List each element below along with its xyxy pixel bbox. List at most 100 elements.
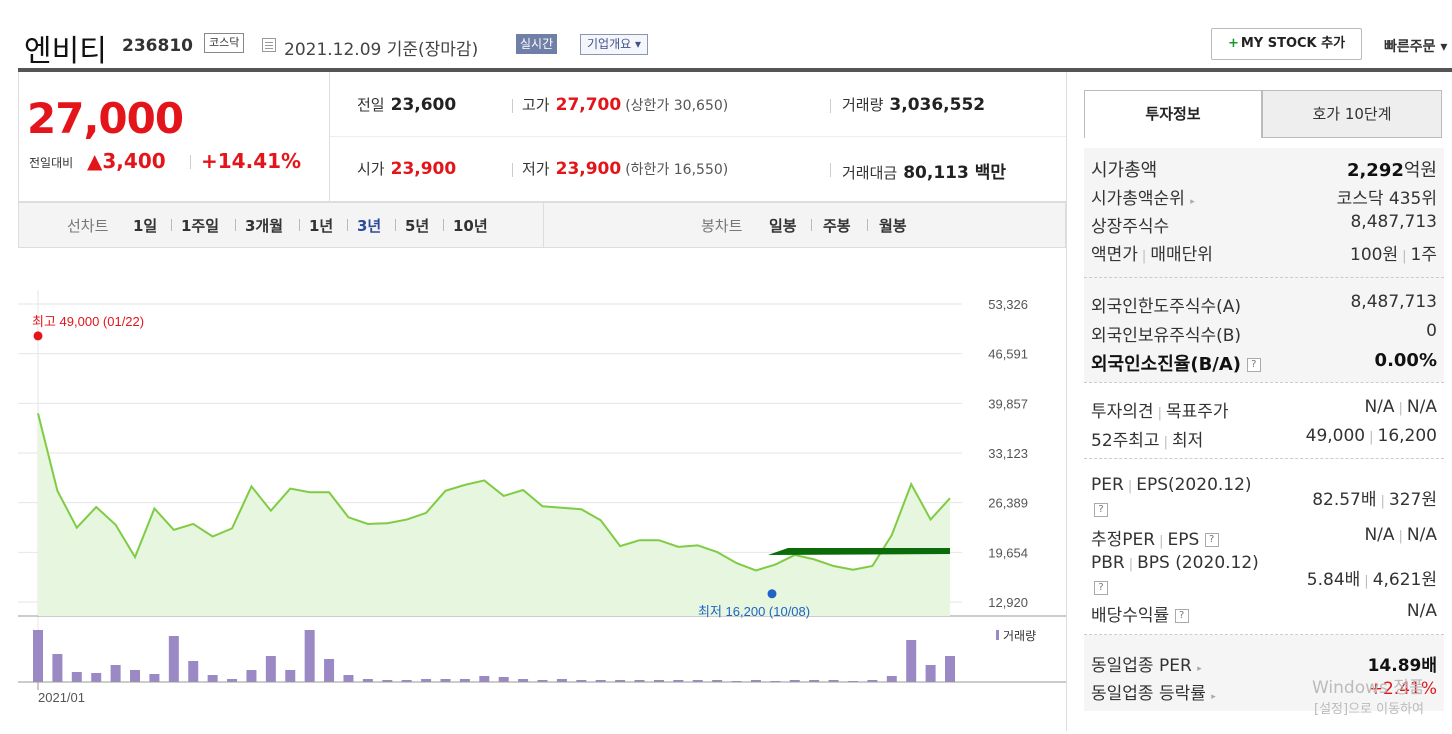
info-value: N/A [1406,397,1437,417]
divider [867,219,868,231]
windows-watermark-sub: [설정]으로 이동하여 [1314,702,1424,717]
chart-tabs: 선차트 1일 1주일 3개월 1년 3년 5년 10년 봉차트 일봉 주봉 월봉 [18,202,1066,248]
divider [512,99,513,113]
info-value: 327원 [1388,490,1437,510]
volume-bar [886,676,897,682]
change-amount: 3,400 [102,149,166,173]
company-overview-button[interactable]: 기업개요 ▾ [580,34,648,55]
windows-watermark: Windows 정품 [1312,678,1425,698]
tab-order-book[interactable]: 호가 10단계 [1262,90,1442,138]
prev-close-value: 23,600 [390,95,457,115]
tab-3y[interactable]: 3년 [357,215,381,236]
info-label: 목표주가 [1165,402,1229,422]
volume-bar [479,676,490,682]
opinion-section: 투자의견 | 목표주가 N/A | N/A 52주최고 | 최저 49,000 | 16,200 [1084,383,1444,457]
chevron-right-icon: ▸ [1190,197,1195,207]
info-label: PBR [1091,553,1125,573]
y-tick-label: 19,654 [988,545,1028,560]
info-value: 16,200 [1377,426,1437,446]
info-value: 코스닥 435위 [1336,189,1437,209]
divider: | [1128,557,1134,572]
info-label[interactable]: 동일업종 등락률 [1091,684,1206,704]
open-price: 시가 23,900 [357,158,456,179]
divider: | [1157,406,1162,421]
divider [811,219,812,231]
volume-bar [498,677,509,682]
price-chart-svg: 53,326 46,591 39,857 33,123 26,389 19,654 12,9… [18,290,1066,705]
help-icon[interactable]: ? [1204,533,1219,547]
info-label: 외국인한도주식수(A) [1091,297,1242,317]
trade-amount-value: 80,113 백만 [903,163,1007,183]
tab-1y[interactable]: 1년 [309,215,333,236]
price-chart[interactable]: 53,326 46,591 39,857 33,123 26,389 19,654 12,9… [18,250,1066,730]
volume-bar [188,661,199,682]
info-value: N/A [1406,525,1437,545]
volume-bar [71,672,82,682]
current-price: 27,000 [27,94,184,143]
info-label: 최저 [1171,431,1204,451]
y-tick-label: 33,123 [988,446,1028,461]
info-label: 배당수익률 [1091,606,1170,626]
price-area [38,413,950,616]
low-price: 저가 23,900 (하한가 16,550) [522,158,728,179]
high-label: 고가 [522,96,550,114]
market-badge: 코스닥 [204,33,245,53]
info-label: PER [1091,475,1124,495]
divider [443,219,444,231]
info-label: 매매단위 [1150,245,1213,265]
tab-daily[interactable]: 일봉 [769,215,797,236]
divider: | [1127,479,1133,494]
volume-bar [246,670,257,682]
tab-weekly[interactable]: 주봉 [823,215,851,236]
tab-3m[interactable]: 3개월 [245,215,283,236]
volume-bar [343,675,354,682]
volume: 거래량 3,036,552 [842,94,985,115]
volume-bar [304,630,315,682]
volume-bar [149,674,160,682]
volume-bar [33,630,43,682]
help-icon[interactable]: ? [1174,609,1189,623]
realtime-button[interactable]: 실시간 [516,34,558,54]
info-label[interactable]: 동일업종 PER [1091,656,1192,676]
info-value: 1주 [1410,245,1437,265]
divider [830,99,831,113]
open-label: 시가 [357,160,385,178]
up-arrow-icon: ▲ [87,149,103,173]
info-label: EPS(2020.12) [1136,475,1252,495]
market-cap-section: 시가총액 2,292억원 시가총액순위 ▸ 코스닥 435위 상장주식수 8,487,… [1084,148,1444,278]
volume-bar [925,665,936,682]
candle-chart-label: 봉차트 [701,217,743,235]
moving-average-line [768,548,950,555]
info-label: 추정PER [1091,530,1156,550]
tab-monthly[interactable]: 월봉 [879,215,907,236]
info-value: 8,487,713 [1350,212,1437,232]
info-label: 액면가 [1091,245,1138,265]
help-icon[interactable]: ? [1246,358,1261,372]
help-icon[interactable]: ? [1094,581,1108,595]
info-unit: 억원 [1403,160,1437,181]
volume-bar [207,675,218,682]
tab-investment-info[interactable]: 투자정보 [1084,90,1262,138]
quick-order-button[interactable]: 빠른주문 ▾ [1384,36,1447,56]
add-my-stock-button[interactable]: + MY STOCK 추가 [1211,28,1362,60]
price-info-box: 전일 23,600 고가 27,700 (상한가 30,650) 거래량 3,036,5… [330,72,1066,202]
tab-10y[interactable]: 10년 [453,215,488,236]
volume-bar [168,636,179,682]
info-value: N/A [1406,601,1437,621]
info-label: 외국인보유주식수(B) [1091,326,1242,346]
base-date: 2021.12.09 기준(장마감) [284,40,479,60]
divider: | [1364,574,1369,589]
tab-1w[interactable]: 1주일 [181,215,219,236]
info-value: 49,000 [1305,426,1366,446]
help-icon[interactable]: ? [1094,503,1108,517]
tab-1d[interactable]: 1일 [133,215,157,236]
info-value: 2,292 [1346,160,1404,181]
upper-limit: (상한가 30,650) [625,98,729,114]
divider: | [1369,430,1374,445]
max-point [33,331,43,341]
info-label: 52주최고 [1091,431,1160,451]
info-value: N/A [1364,397,1395,417]
tab-5y[interactable]: 5년 [405,215,429,236]
info-label[interactable]: 시가총액순위 [1091,189,1185,209]
high-value: 27,700 [555,95,622,115]
